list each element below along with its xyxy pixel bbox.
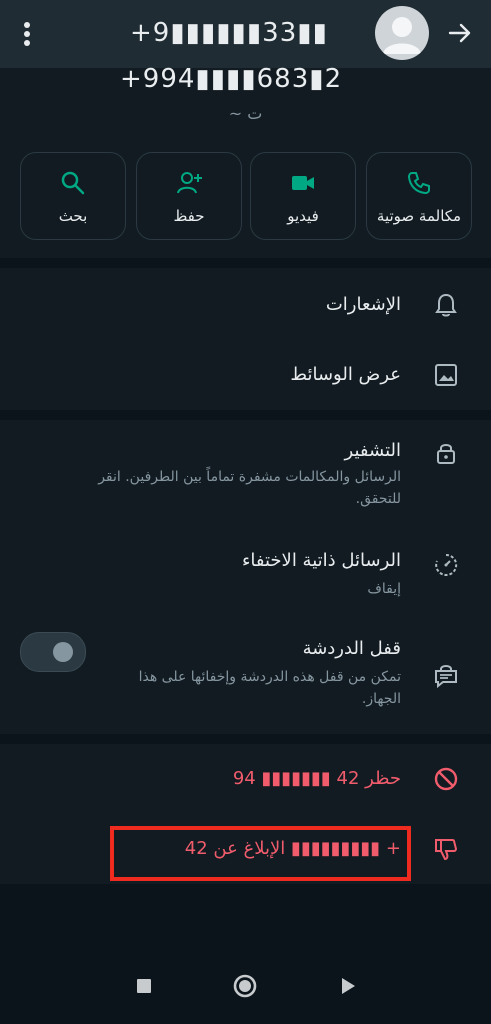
encryption-title: التشفير [344, 440, 401, 461]
block-row[interactable]: حظر 42 ▮▮▮▮▮▮▮ 94 [0, 752, 491, 808]
media-row[interactable]: عرض الوسائط [0, 348, 491, 404]
chat-lock-title: قفل الدردشة [302, 638, 401, 659]
thumbs-down-icon [435, 839, 458, 861]
lock-icon [437, 444, 455, 464]
add-person-icon [177, 172, 202, 194]
phone-icon [407, 172, 430, 195]
top-app-bar: +9▮▮▮▮▮▮33▮▮ [0, 0, 491, 68]
contact-phone: +994▮▮▮▮683▮2 [120, 64, 343, 94]
video-call-label: فيديو [287, 207, 319, 225]
search-icon [61, 171, 85, 195]
save-contact-button[interactable]: حفظ [136, 152, 242, 240]
disappearing-messages-row[interactable]: الرسائل ذاتية الاختفاء إيقاف [0, 540, 491, 606]
search-label: بحث [58, 207, 88, 225]
back-triangle-icon[interactable] [330, 968, 366, 1004]
more-vert-icon[interactable] [18, 20, 36, 48]
avatar-placeholder-icon [383, 17, 421, 54]
voice-call-button[interactable]: مكالمة صوتية [366, 152, 472, 240]
recents-square-icon[interactable] [126, 968, 162, 1004]
system-nav-bar [0, 950, 491, 1024]
encryption-row[interactable]: التشفير الرسائل والمكالمات مشفرة تماماً … [0, 428, 491, 528]
chat-lock-toggle[interactable] [20, 632, 86, 672]
toggle-knob [53, 642, 73, 662]
image-icon [435, 364, 457, 386]
avatar[interactable] [375, 6, 429, 60]
save-contact-label: حفظ [173, 207, 205, 225]
contact-about: ~ ت [228, 104, 263, 123]
voice-call-label: مكالمة صوتية [376, 207, 462, 225]
video-call-button[interactable]: فيديو [250, 152, 356, 240]
encryption-subtitle: الرسائل والمكالمات مشفرة تماماً بين الطر… [98, 469, 401, 507]
video-icon [292, 176, 314, 190]
contact-title: +9▮▮▮▮▮▮33▮▮ [130, 18, 328, 48]
chat-lock-subtitle: تمكن من قفل هذه الدردشة وإخفائها على هذا… [138, 669, 401, 707]
chat-lock-icon [435, 665, 457, 688]
block-icon [434, 767, 458, 791]
disappearing-title: الرسائل ذاتية الاختفاء [241, 550, 401, 571]
home-circle-icon[interactable] [227, 968, 263, 1004]
media-label: عرض الوسائط [290, 364, 401, 385]
bell-icon [435, 293, 457, 317]
block-label: حظر 42 ▮▮▮▮▮▮▮ 94 [232, 768, 401, 789]
notifications-label: الإشعارات [325, 294, 401, 315]
search-button[interactable]: بحث [20, 152, 126, 240]
timer-icon [435, 553, 458, 576]
notifications-row[interactable]: الإشعارات [0, 278, 491, 334]
back-arrow-icon[interactable] [447, 20, 473, 46]
highlight-annotation [110, 826, 411, 881]
disappearing-status: إيقاف [367, 581, 401, 597]
